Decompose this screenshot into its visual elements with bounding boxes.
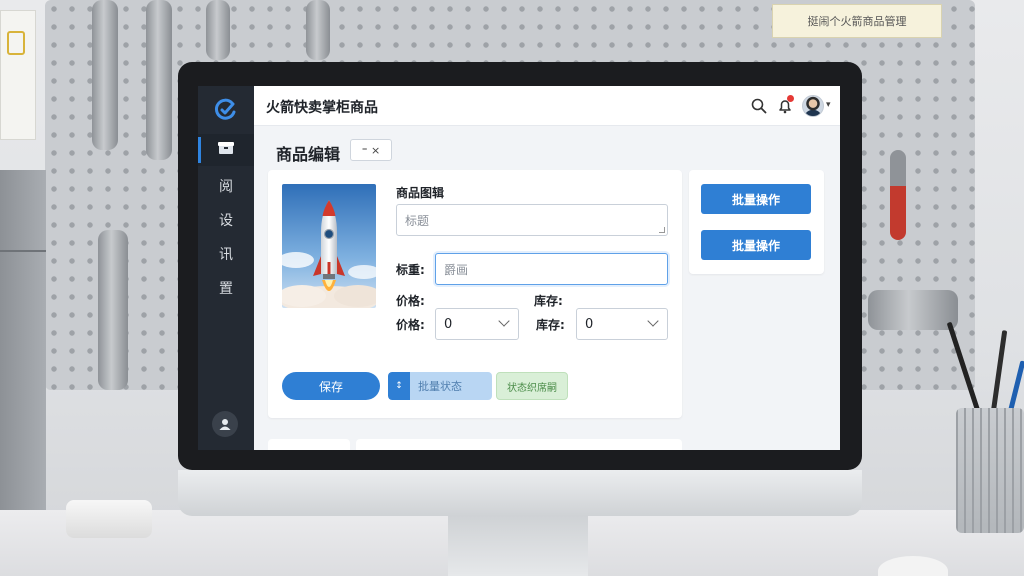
lower-card bbox=[268, 439, 350, 450]
shelf-bracket bbox=[868, 290, 958, 330]
chevron-down-icon bbox=[647, 315, 659, 327]
speaker bbox=[66, 500, 152, 538]
chevron-down-icon bbox=[498, 315, 510, 327]
wall-note bbox=[0, 10, 36, 140]
sidebar-item-label: 置 bbox=[219, 281, 233, 297]
lower-card bbox=[356, 439, 682, 450]
batch-operation-button[interactable]: 批量操作 bbox=[701, 230, 811, 260]
notification-dot bbox=[787, 95, 794, 102]
monitor-chin bbox=[178, 470, 862, 516]
batch-status-label: 批量状态 bbox=[418, 380, 462, 393]
product-image[interactable] bbox=[282, 184, 376, 308]
sidebar-item-config[interactable]: 置 bbox=[198, 272, 254, 304]
label-placeholder: 爵画 bbox=[444, 262, 469, 277]
stock-value: 0 bbox=[585, 316, 594, 332]
pliers-tool bbox=[890, 150, 906, 240]
title-tag-button[interactable]: ⁼ × bbox=[350, 139, 392, 161]
stock-label: 库存: bbox=[536, 318, 565, 332]
price-header: 价格: bbox=[396, 294, 425, 308]
sidebar-item-label: 讯 bbox=[219, 247, 233, 263]
wall-note: 挺闹个火箭商品管理 bbox=[772, 4, 942, 38]
wrench-tool bbox=[98, 230, 128, 390]
account-icon[interactable] bbox=[212, 411, 238, 437]
stock-header: 库存: bbox=[534, 294, 563, 308]
cabinet bbox=[0, 170, 46, 510]
box-icon bbox=[218, 141, 234, 159]
app-screen: 阅 设 讯 置 火箭快卖掌柜商品 ▾ 商品编辑 ⁼ × 商品图辑 标题 标重: … bbox=[198, 86, 840, 450]
chevron-down-icon[interactable]: ▾ bbox=[826, 100, 831, 110]
monitor-stand bbox=[448, 516, 588, 576]
wrench-tool bbox=[306, 0, 330, 60]
stock-select[interactable]: 0 bbox=[576, 308, 668, 340]
product-edit-card: 商品图辑 标题 标重: 爵画 价格: 库存: 价格: 0 库存: 0 保存 ↕ … bbox=[268, 170, 682, 418]
price-select[interactable]: 0 bbox=[435, 308, 519, 340]
page-title: 商品编辑 bbox=[276, 145, 341, 164]
title-placeholder: 标题 bbox=[405, 213, 430, 228]
logo-icon[interactable] bbox=[212, 96, 240, 124]
sort-icon: ↕ bbox=[388, 372, 410, 400]
wrench-tool bbox=[146, 0, 172, 160]
wrench-tool bbox=[92, 0, 118, 150]
batch-actions-panel: 批量操作 批量操作 bbox=[689, 170, 824, 274]
wrench-tool bbox=[206, 0, 230, 60]
avatar[interactable] bbox=[802, 95, 824, 117]
sidebar-item-label: 阅 bbox=[219, 179, 233, 195]
sidebar-item-label: 设 bbox=[219, 213, 233, 229]
status-tag[interactable]: 状态织席嗣 bbox=[496, 372, 568, 400]
price-label: 价格: bbox=[396, 318, 425, 332]
price-value: 0 bbox=[444, 316, 453, 332]
batch-operation-button[interactable]: 批量操作 bbox=[701, 184, 811, 214]
save-button[interactable]: 保存 bbox=[282, 372, 380, 400]
sidebar: 阅 设 讯 置 bbox=[198, 86, 254, 450]
batch-status-button[interactable]: ↕ 批量状态 bbox=[388, 372, 492, 400]
title-input[interactable]: 标题 bbox=[396, 204, 668, 236]
sidebar-item-read[interactable]: 阅 bbox=[198, 170, 254, 202]
app-title: 火箭快卖掌柜商品 bbox=[266, 100, 378, 116]
search-icon[interactable] bbox=[750, 97, 768, 115]
top-header: 火箭快卖掌柜商品 ▾ bbox=[254, 86, 840, 126]
label-field-label: 标重: bbox=[396, 263, 425, 277]
sidebar-item-settings[interactable]: 设 bbox=[198, 204, 254, 236]
section-label: 商品图辑 bbox=[396, 186, 445, 200]
sidebar-item-products[interactable] bbox=[198, 134, 254, 166]
label-input[interactable]: 爵画 bbox=[435, 253, 668, 285]
pen-cup bbox=[956, 408, 1024, 533]
sidebar-item-messages[interactable]: 讯 bbox=[198, 238, 254, 270]
